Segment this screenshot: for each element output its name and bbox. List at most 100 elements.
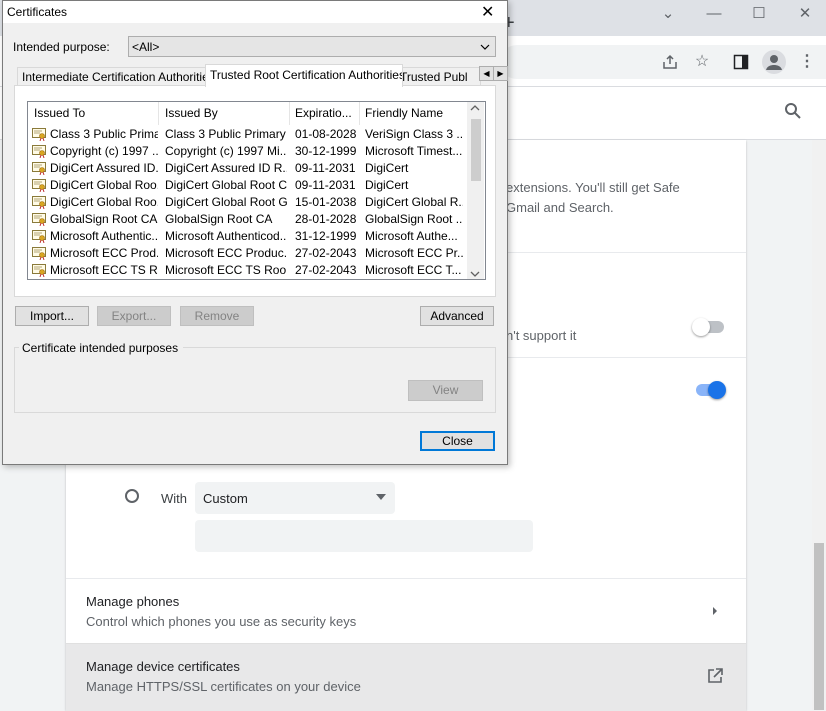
chevron-down-icon[interactable]: ⌄ [658, 6, 678, 22]
manage-certificates-row[interactable]: Manage device certificates Manage HTTPS/… [66, 643, 746, 711]
table-row[interactable]: Copyright (c) 1997 ... Copyright (c) 1997… [28, 143, 468, 160]
cell-expiration: 31-12-1999 [295, 229, 357, 243]
certificate-icon [32, 162, 46, 176]
column-header-issued-to[interactable]: Issued To [28, 102, 159, 125]
cell-issued-to: Microsoft ECC TS R... [50, 263, 158, 277]
cell-friendly-name: Microsoft ECC Pr... [365, 246, 463, 260]
cell-issued-by: Microsoft ECC Produc... [165, 246, 287, 260]
minimize-button[interactable]: — [704, 6, 724, 22]
safe-browsing-description-line1: extensions. You'll still get Safe [506, 180, 680, 195]
certificate-icon [32, 128, 46, 142]
dialog-title-bar: Certificates ✕ [3, 1, 507, 23]
cell-friendly-name: Microsoft Timest... [365, 144, 463, 158]
scroll-up-icon[interactable] [470, 104, 480, 114]
intended-purpose-value: <All> [132, 40, 160, 54]
tab-scroll-right-icon[interactable]: ▶ [493, 66, 508, 81]
share-icon[interactable] [658, 50, 682, 74]
manage-phones-row[interactable]: Manage phones Control which phones you u… [66, 578, 746, 643]
certificate-icon [32, 247, 46, 261]
certificate-icon [32, 179, 46, 193]
manage-certificates-subtitle: Manage HTTPS/SSL certificates on your de… [86, 679, 361, 694]
intended-purpose-label: Intended purpose: [13, 40, 110, 54]
cell-issued-by: Microsoft Authenticod... [165, 229, 287, 243]
dialog-close-icon[interactable]: ✕ [481, 2, 494, 22]
cell-issued-to: Microsoft Authentic... [50, 229, 158, 243]
cell-friendly-name: VeriSign Class 3 ... [365, 127, 463, 141]
cell-friendly-name: Microsoft Authe... [365, 229, 458, 243]
cell-expiration: 30-12-1999 [295, 144, 357, 158]
cell-issued-to: Class 3 Public Prima... [50, 127, 158, 141]
cell-issued-by: Microsoft ECC TS Roo... [165, 263, 287, 277]
menu-icon[interactable]: ⋮ [795, 50, 819, 74]
cell-expiration: 09-11-2031 [295, 161, 356, 175]
tab-trusted-root-ca[interactable]: Trusted Root Certification Authorities [205, 64, 403, 87]
safe-browsing-description-line2: Gmail and Search. [506, 200, 614, 215]
toggle-switch-off[interactable] [692, 318, 724, 336]
cell-issued-by: DigiCert Global Root CA [165, 178, 287, 192]
cell-expiration: 09-11-2031 [295, 178, 356, 192]
external-link-icon [706, 667, 724, 688]
column-header-friendly-name[interactable]: Friendly Name [359, 102, 467, 125]
dns-with-label: With [161, 491, 187, 506]
certificate-rows: Class 3 Public Prima... Class 3 Public Pr… [28, 126, 468, 279]
cell-friendly-name: GlobalSign Root ... [365, 212, 463, 226]
table-row[interactable]: Microsoft ECC Prod... Microsoft ECC Produ… [28, 245, 468, 262]
certificate-icon [32, 213, 46, 227]
cell-issued-to: DigiCert Global Roo... [50, 195, 158, 209]
tab-scroll-left-icon[interactable]: ◀ [479, 66, 494, 81]
manage-phones-title: Manage phones [86, 594, 180, 609]
maximize-button[interactable]: ☐ [749, 6, 769, 22]
table-row[interactable]: Class 3 Public Prima... Class 3 Public Pr… [28, 126, 468, 143]
tab-intermediate-ca[interactable]: Intermediate Certification Authorities [17, 67, 213, 86]
certificate-list[interactable]: Issued To Issued By Expiratio... Friendl… [27, 101, 486, 280]
import-button[interactable]: Import... [15, 306, 89, 326]
dns-custom-radio[interactable] [125, 489, 139, 503]
dns-provider-value: Custom [203, 491, 248, 506]
sidebar-icon[interactable] [729, 50, 753, 74]
table-row[interactable]: DigiCert Assured ID... DigiCert Assured I… [28, 160, 468, 177]
cell-issued-to: Copyright (c) 1997 ... [50, 144, 158, 158]
column-header-expiration[interactable]: Expiratio... [289, 102, 360, 125]
cell-friendly-name: Microsoft ECC T... [365, 263, 462, 277]
intended-purpose-select[interactable]: <All> [128, 36, 496, 57]
search-icon[interactable] [784, 102, 802, 123]
cell-issued-to: DigiCert Global Roo... [50, 178, 158, 192]
cell-issued-by: Copyright (c) 1997 Mi... [165, 144, 287, 158]
cell-expiration: 15-01-2038 [295, 195, 357, 209]
table-row[interactable]: DigiCert Global Roo... DigiCert Global Ro… [28, 194, 468, 211]
tab-trusted-publishers[interactable]: Trusted Publ [395, 67, 481, 86]
remove-button[interactable]: Remove [180, 306, 254, 326]
list-scrollbar-thumb[interactable] [471, 119, 481, 181]
table-row[interactable]: DigiCert Global Roo... DigiCert Global Ro… [28, 177, 468, 194]
dns-custom-input[interactable] [195, 520, 533, 552]
cell-expiration: 27-02-2043 [295, 246, 357, 260]
divider [506, 357, 746, 358]
certificate-icon [32, 145, 46, 159]
advanced-button[interactable]: Advanced [420, 306, 494, 326]
cell-issued-to: GlobalSign Root CA [50, 212, 158, 226]
cell-issued-to: DigiCert Assured ID... [50, 161, 158, 175]
divider [506, 252, 746, 253]
page-scrollbar-thumb[interactable] [814, 543, 824, 710]
column-header-issued-by[interactable]: Issued By [159, 102, 290, 125]
cell-expiration: 01-08-2028 [295, 127, 357, 141]
close-button[interactable]: Close [420, 431, 495, 451]
scroll-down-icon[interactable] [470, 267, 480, 279]
dropdown-arrow-icon [375, 491, 387, 506]
cell-issued-by: DigiCert Assured ID R... [165, 161, 287, 175]
toggle-switch-on[interactable] [694, 381, 728, 399]
close-window-button[interactable]: ✕ [795, 6, 815, 22]
setting-description: n't support it [506, 328, 577, 343]
certificate-icon [32, 196, 46, 210]
export-button[interactable]: Export... [97, 306, 171, 326]
star-icon[interactable]: ☆ [690, 50, 714, 74]
cell-issued-by: DigiCert Global Root G2 [165, 195, 287, 209]
table-row[interactable]: GlobalSign Root CA GlobalSign Root CA 28-0… [28, 211, 468, 228]
profile-icon[interactable] [762, 50, 786, 74]
cell-expiration: 28-01-2028 [295, 212, 357, 226]
dns-provider-select[interactable]: Custom [195, 482, 395, 514]
table-row[interactable]: Microsoft Authentic... Microsoft Authenti… [28, 228, 468, 245]
cell-expiration: 27-02-2043 [295, 263, 357, 277]
view-button[interactable]: View [408, 380, 483, 401]
table-row[interactable]: Microsoft ECC TS R... Microsoft ECC TS Ro… [28, 262, 468, 279]
